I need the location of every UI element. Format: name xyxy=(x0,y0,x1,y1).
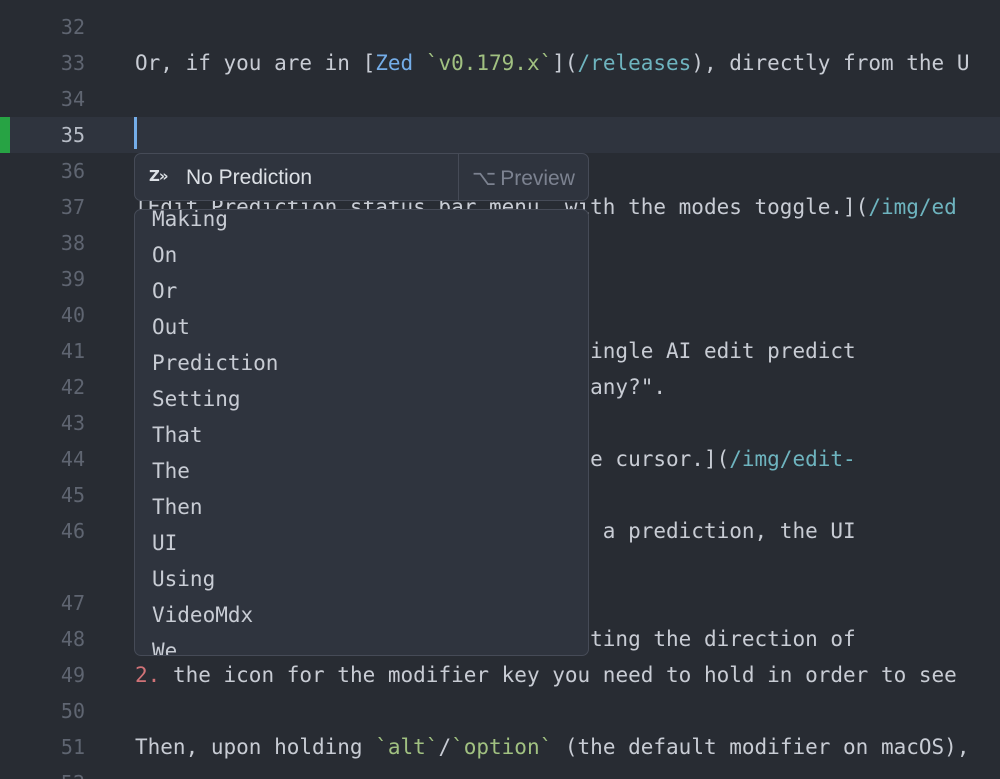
code-token: (the default modifier on macOS), xyxy=(552,735,970,759)
completion-item[interactable]: That xyxy=(152,423,203,447)
completion-item[interactable]: Setting xyxy=(152,387,241,411)
completion-item[interactable]: Or xyxy=(152,279,177,303)
code-token: / xyxy=(438,735,452,759)
editor-line[interactable]: 49 2. the icon for the modifier key you n… xyxy=(0,657,1000,693)
completion-item[interactable]: Then xyxy=(152,495,203,519)
code-token: the icon for the modifier key you need t… xyxy=(160,663,957,687)
editor-line[interactable]: 52 xyxy=(0,765,1000,779)
line-content: Or, if you are in [Zed `v0.179.x`](/rele… xyxy=(135,51,969,75)
completion-item[interactable]: Prediction xyxy=(152,351,278,375)
code-token: `v0.179.x` xyxy=(425,51,553,75)
line-number: 34 xyxy=(60,87,85,111)
line-number: 40 xyxy=(60,303,85,327)
completion-item[interactable]: VideoMdx xyxy=(152,603,253,627)
line-number: 44 xyxy=(60,447,85,471)
line-number: 46 xyxy=(60,519,85,543)
zeta-icon: Z» xyxy=(149,167,169,185)
editor-line[interactable]: 32 xyxy=(0,9,1000,45)
completion-menu[interactable]: Making On Or Out Prediction Setting That The The… xyxy=(134,209,589,656)
line-number: 36 xyxy=(60,159,85,183)
editor-line[interactable]: 51 Then, upon holding `alt`/`option` (the… xyxy=(0,729,1000,765)
completion-item[interactable]: Making xyxy=(152,210,228,231)
line-number: 45 xyxy=(60,483,85,507)
completion-item[interactable]: On xyxy=(152,243,177,267)
preview-button[interactable]: ⌥ Preview xyxy=(472,166,575,191)
editor-line[interactable]: 34 xyxy=(0,81,1000,117)
code-editor[interactable]: 32 33 Or, if you are in [Zed `v0.179.x`](/… xyxy=(0,0,1000,779)
completion-item[interactable]: Using xyxy=(152,567,215,591)
line-number: 49 xyxy=(60,663,85,687)
code-token: 2. xyxy=(135,663,161,687)
code-token: /img/edit- xyxy=(729,447,856,471)
line-number: 35 xyxy=(60,123,85,147)
code-token: ), directly from the U xyxy=(691,51,970,75)
code-token: /releases xyxy=(577,51,692,75)
line-number: 42 xyxy=(60,375,85,399)
line-number: 47 xyxy=(60,591,85,615)
preview-label: Preview xyxy=(500,167,575,190)
line-number: 32 xyxy=(60,15,85,39)
edit-prediction-bar: Z» No Prediction ⌥ Preview xyxy=(134,153,589,201)
line-number: 37 xyxy=(60,195,85,219)
line-number: 43 xyxy=(60,411,85,435)
option-key-icon: ⌥ xyxy=(472,166,497,190)
line-number: 33 xyxy=(60,51,85,75)
code-token: ]( xyxy=(552,51,578,75)
text-cursor xyxy=(134,117,137,149)
line-number: 48 xyxy=(60,627,85,651)
editor-line[interactable]: 35 xyxy=(0,117,1000,153)
code-token: `option` xyxy=(451,735,553,759)
code-token: Then, upon holding xyxy=(135,735,376,759)
editor-line[interactable]: 50 xyxy=(0,693,1000,729)
code-token: Or, if you are in [ xyxy=(135,51,376,75)
divider xyxy=(458,154,459,200)
line-number: 52 xyxy=(0,771,85,779)
code-token: `alt` xyxy=(375,735,439,759)
completion-item[interactable]: We xyxy=(152,639,177,655)
completion-item[interactable]: UI xyxy=(152,531,177,555)
code-token: /img/ed xyxy=(868,195,957,219)
prediction-status: No Prediction xyxy=(186,166,313,189)
completion-item[interactable]: Out xyxy=(152,315,190,339)
line-number: 41 xyxy=(60,339,85,363)
line-number: 38 xyxy=(60,231,85,255)
editor-line[interactable]: 33 Or, if you are in [Zed `v0.179.x`](/re… xyxy=(0,45,1000,81)
completion-item[interactable]: The xyxy=(152,459,190,483)
line-number: 50 xyxy=(60,699,85,723)
line-content: 2. the icon for the modifier key you nee… xyxy=(135,663,957,687)
line-number: 51 xyxy=(60,735,85,759)
line-number: 39 xyxy=(60,267,85,291)
line-content: Then, upon holding `alt`/`option` (the d… xyxy=(135,735,969,759)
code-token: Zed xyxy=(375,51,426,75)
